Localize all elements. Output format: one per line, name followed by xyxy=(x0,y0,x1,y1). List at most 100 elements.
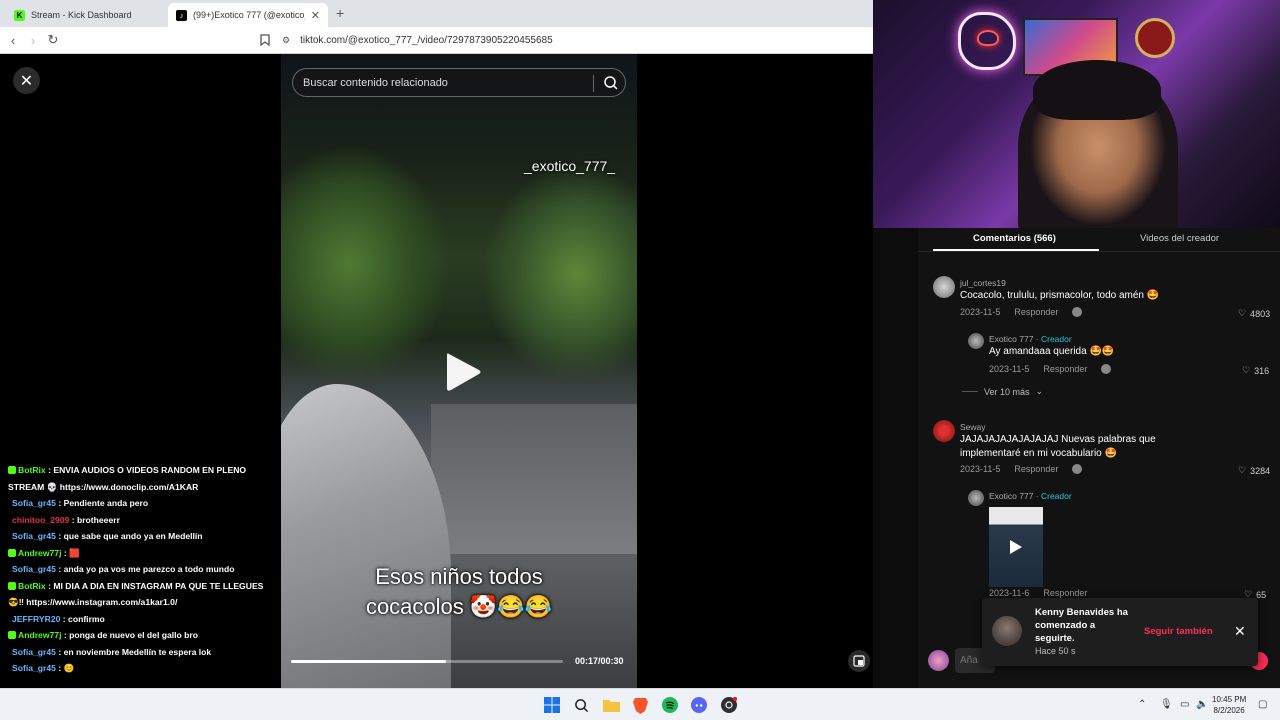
comment-meta: 2023-11-5 Responder xyxy=(960,307,1083,317)
new-tab-icon[interactable]: + xyxy=(336,5,344,21)
like-count: 3284 xyxy=(1250,465,1271,476)
streamer xyxy=(1033,60,1161,120)
comment-text: JAJAJAJAJAJAJAJAJ Nuevas palabras que im… xyxy=(960,434,1156,459)
comment-author[interactable]: Exotico 777 · Creador xyxy=(989,491,1072,501)
chat-message: Sofia_gr45 : 😊 xyxy=(8,660,280,677)
chat-username[interactable]: Andrew77j xyxy=(18,548,61,558)
reload-icon[interactable]: ↻ xyxy=(44,31,62,49)
comment-date: 2023-11-5 xyxy=(960,464,1001,474)
chat-text: : que sabe que ando ya en Medellín xyxy=(55,531,203,541)
video-scene xyxy=(281,144,451,384)
video-progress-bar[interactable] xyxy=(291,660,563,663)
follow-back-button[interactable]: Seguir también xyxy=(1144,626,1213,637)
chat-badge-icon xyxy=(8,466,16,474)
avatar[interactable] xyxy=(933,420,955,442)
search-icon[interactable] xyxy=(603,75,619,91)
bookmark-icon[interactable] xyxy=(256,31,274,49)
microphone-icon[interactable]: 🎙 xyxy=(1160,699,1173,710)
chat-username[interactable]: Sofia_gr45 xyxy=(12,647,56,657)
tab-comments[interactable]: Comentarios (566) xyxy=(973,233,1056,244)
chat-username[interactable]: Andrew77j xyxy=(18,630,61,640)
play-icon xyxy=(1010,540,1022,554)
comment-meta: 2023-11-5 Responder xyxy=(989,364,1112,374)
avatar[interactable] xyxy=(992,616,1022,646)
chat-badge-icon xyxy=(8,581,16,590)
chat-username[interactable]: JEFFRYR20 xyxy=(12,614,60,624)
tab-divider xyxy=(918,251,1280,252)
comment-author[interactable]: jul_cortes19 xyxy=(960,278,1006,288)
clock-date: 8/2/2026 xyxy=(1213,706,1245,715)
author-name: Exotico 777 xyxy=(989,491,1034,501)
heart-icon: ♡ xyxy=(1238,308,1247,318)
network-icon[interactable]: ▭ xyxy=(1180,699,1189,710)
creator-badge: · Creador xyxy=(1035,334,1072,344)
reply-video-thumbnail[interactable] xyxy=(989,507,1043,587)
reply-button[interactable]: Responder xyxy=(1014,464,1058,474)
search-icon[interactable] xyxy=(571,695,591,715)
site-info-icon[interactable]: ⚙ xyxy=(282,35,290,46)
close-tab-icon[interactable]: ✕ xyxy=(311,9,320,22)
obs-icon[interactable] xyxy=(719,695,739,715)
tab-creator-videos[interactable]: Videos del creador xyxy=(1140,233,1219,244)
close-icon[interactable]: ✕ xyxy=(1234,623,1246,640)
chat-message: BotRix : MI DIA A DIA EN INSTAGRAM PA QU… xyxy=(8,578,280,611)
video-player[interactable]: _exotico_777_ Esos niños todos cocacolos… xyxy=(281,54,637,688)
tiktok-icon: ♪ xyxy=(176,9,187,21)
video-progress-fill xyxy=(291,660,447,663)
spotify-icon[interactable] xyxy=(660,695,680,715)
like-count: 4803 xyxy=(1250,308,1271,319)
chat-text: : en noviembre Medellín te espera lok xyxy=(55,646,212,657)
chat-username[interactable]: Sofia_gr45 xyxy=(12,564,56,574)
video-scene xyxy=(431,404,637,554)
reply-button[interactable]: Responder xyxy=(1043,364,1087,374)
like-button[interactable]: ♡ 316 xyxy=(1242,365,1269,376)
chat-text: : ponga de nuevo el del gallo bro xyxy=(61,630,199,640)
show-hidden-icons[interactable]: ⌃ xyxy=(1138,699,1146,710)
play-icon[interactable] xyxy=(443,350,483,394)
chat-username[interactable]: Sofia_gr45 xyxy=(12,663,56,673)
reply-button[interactable]: Responder xyxy=(1043,588,1087,598)
like-button[interactable]: ♡ 4803 xyxy=(1238,308,1270,319)
chat-username[interactable]: BotRix xyxy=(18,465,46,475)
video-scene xyxy=(281,384,451,688)
back-icon[interactable]: ‹ xyxy=(4,31,22,49)
notification-center-icon[interactable]: ▢ xyxy=(1258,699,1267,710)
avatar[interactable] xyxy=(968,333,984,349)
chat-username[interactable]: Sofia_gr45 xyxy=(12,531,56,541)
heart-icon: ♡ xyxy=(1242,365,1251,375)
clock-time: 10:45 PM xyxy=(1212,695,1247,704)
forward-icon[interactable]: › xyxy=(24,31,42,49)
system-clock[interactable]: 10:45 PM 8/2/2026 xyxy=(1212,694,1246,716)
view-more-replies[interactable]: Ver 10 más ⌄ xyxy=(962,386,1043,397)
like-button[interactable]: ♡ 3284 xyxy=(1238,465,1270,476)
chat-message: chinitoo_2909 : brotheeerr xyxy=(8,512,280,529)
url-field[interactable]: ⚙ tiktok.com/@exotico_777_/video/7297873… xyxy=(282,31,872,50)
reply-button[interactable]: Responder xyxy=(1014,307,1058,317)
related-search-input[interactable] xyxy=(303,76,583,89)
picture-in-picture-button[interactable] xyxy=(848,650,870,672)
brave-browser-icon[interactable] xyxy=(630,695,650,715)
comment-author[interactable]: Seway xyxy=(960,422,986,432)
chat-text: : Pendiente anda pero xyxy=(55,498,149,508)
discord-icon[interactable] xyxy=(689,695,709,715)
comment-author[interactable]: Exotico 777 · Creador xyxy=(989,334,1072,344)
like-count: 65 xyxy=(1256,589,1267,600)
chat-username[interactable]: chinitoo_2909 xyxy=(12,515,69,525)
notification-time: Hace 50 s xyxy=(1035,646,1076,656)
chat-username[interactable]: BotRix xyxy=(18,581,46,591)
file-explorer-icon[interactable] xyxy=(601,695,621,715)
chat-text: : 😊 xyxy=(55,663,75,673)
tab-title: Stream - Kick Dashboard xyxy=(31,10,132,20)
search-divider xyxy=(593,75,594,92)
tab-kick-dashboard[interactable]: K Stream - Kick Dashboard xyxy=(6,3,166,27)
close-video-button[interactable]: ✕ xyxy=(13,67,40,94)
windows-start-icon[interactable] xyxy=(542,695,562,715)
chat-message: Andrew77j : ponga de nuevo el del gallo … xyxy=(8,627,280,644)
avatar[interactable] xyxy=(933,276,955,298)
creator-badge: · Creador xyxy=(1035,491,1072,501)
tab-tiktok[interactable]: ♪ (99+)Exotico 777 (@exotico_777 ✕ xyxy=(168,3,328,27)
avatar[interactable] xyxy=(968,490,984,506)
chat-username[interactable]: Sofia_gr45 xyxy=(12,498,56,508)
speaker-icon[interactable]: 🔈 xyxy=(1196,699,1208,710)
user-avatar xyxy=(928,650,949,671)
